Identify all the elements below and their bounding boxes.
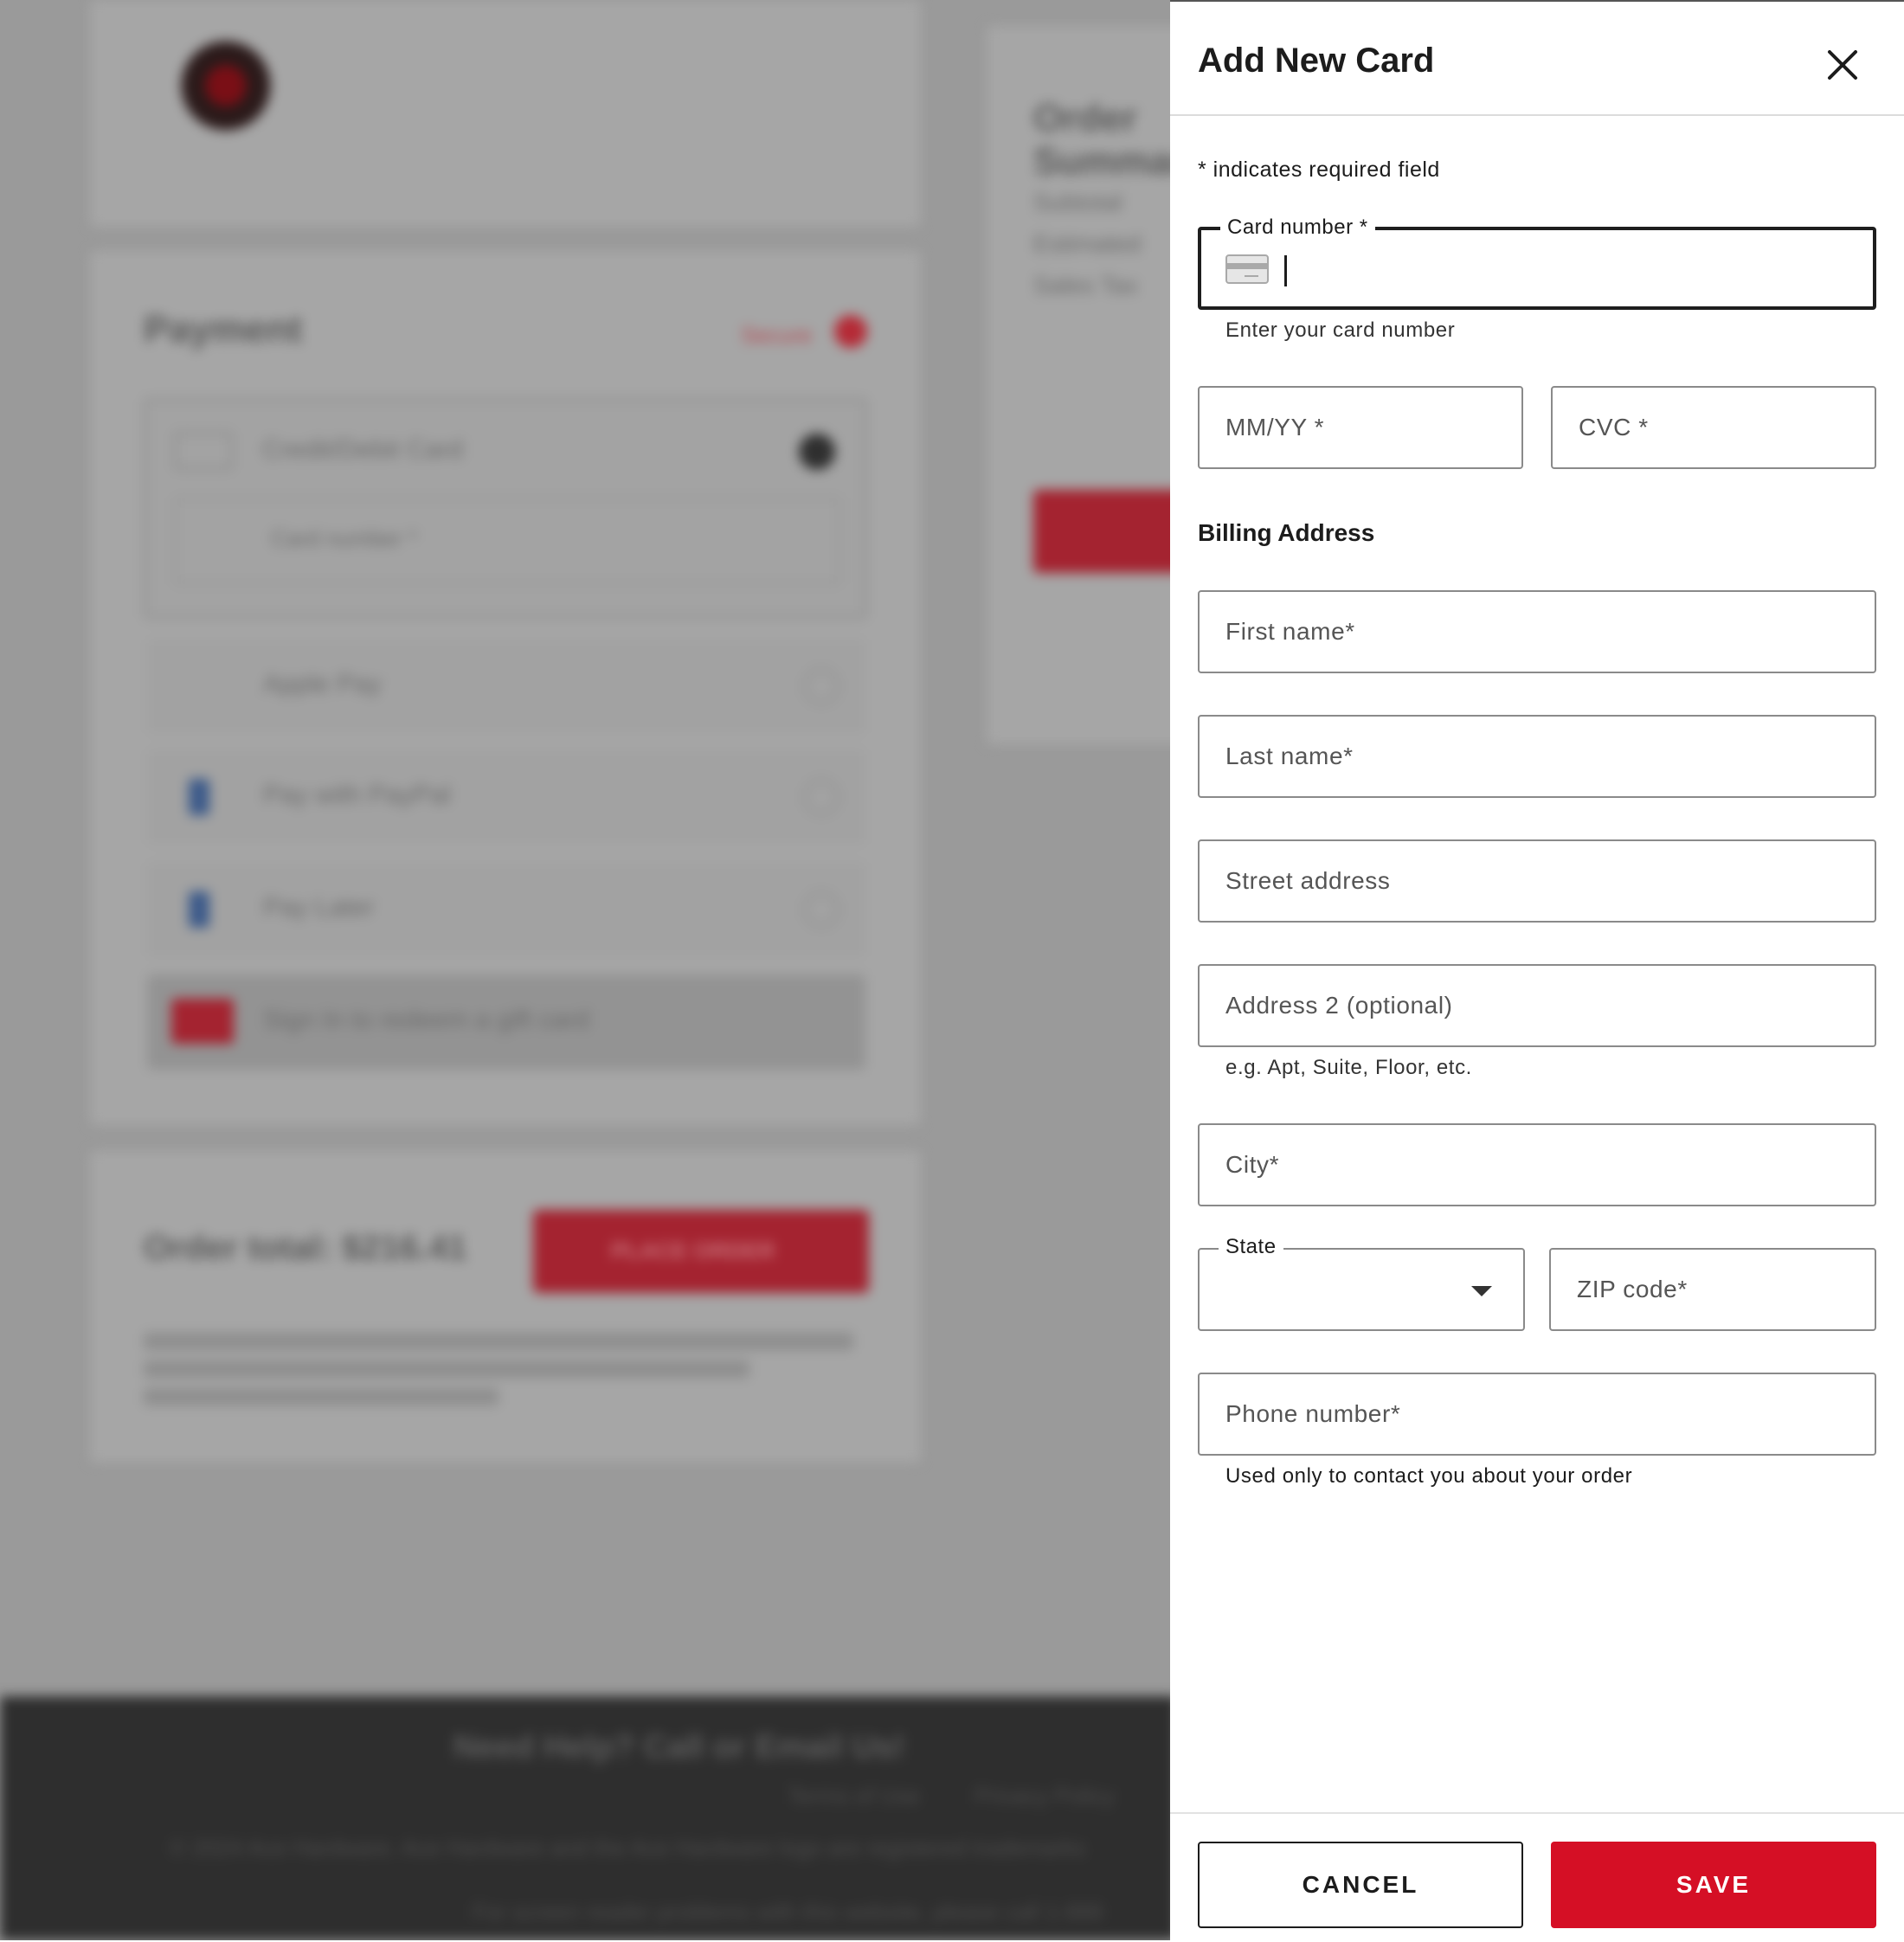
city-input[interactable] bbox=[1200, 1125, 1875, 1205]
drawer-title: Add New Card bbox=[1198, 42, 1435, 80]
bg-place-order-button: PLACE ORDER bbox=[533, 1210, 869, 1293]
bg-footer-screen-reader: For screen reader problems with this web… bbox=[473, 1899, 1103, 1925]
card-number-field[interactable]: Card number * bbox=[1198, 215, 1876, 310]
cancel-button[interactable]: CANCEL bbox=[1198, 1842, 1523, 1928]
bg-header-card bbox=[90, 0, 921, 227]
bg-sales-tax-label: Sales Tax bbox=[1033, 272, 1138, 299]
phone-number-helper: Used only to contact you about your orde… bbox=[1225, 1464, 1633, 1488]
close-icon bbox=[1828, 50, 1857, 80]
add-card-drawer: Add New Card * indicates required field … bbox=[1170, 0, 1904, 1940]
expiry-field[interactable] bbox=[1198, 386, 1523, 469]
bg-footer-copyright: © 2024 Ace Hardware. Ace Hardware and th… bbox=[170, 1835, 1086, 1861]
card-number-input[interactable] bbox=[1201, 230, 1873, 306]
bg-apple-pay-label: Apple Pay bbox=[263, 670, 382, 698]
last-name-field[interactable] bbox=[1198, 715, 1876, 798]
store-logo bbox=[170, 39, 282, 143]
bg-card-placeholder: Card number * bbox=[271, 525, 418, 551]
card-number-helper: Enter your card number bbox=[1225, 318, 1456, 342]
bg-summary-red-button bbox=[1033, 490, 1189, 573]
bg-pay-later-label: Pay Later bbox=[263, 893, 375, 922]
first-name-field[interactable] bbox=[1198, 590, 1876, 673]
first-name-input[interactable] bbox=[1200, 592, 1875, 672]
bg-pay-later-radio bbox=[803, 891, 839, 928]
bg-secure-label: Secure bbox=[741, 322, 813, 348]
address-2-helper: e.g. Apt, Suite, Floor, etc. bbox=[1225, 1056, 1472, 1079]
paypal-later-icon bbox=[189, 891, 209, 928]
bg-paypal-radio bbox=[803, 779, 839, 815]
bg-gift-card-text: Sign In to redeem a gift card bbox=[263, 1006, 589, 1034]
bg-order-total-card bbox=[90, 1151, 921, 1463]
bg-apple-pay-option: Apple Pay bbox=[147, 639, 865, 734]
lock-icon bbox=[834, 315, 867, 348]
street-address-input[interactable] bbox=[1200, 841, 1875, 921]
cvc-field[interactable] bbox=[1551, 386, 1876, 469]
street-address-field[interactable] bbox=[1198, 839, 1876, 923]
bg-legal-line-3 bbox=[144, 1388, 499, 1405]
bg-place-order-label: PLACE ORDER bbox=[611, 1238, 775, 1264]
zip-code-field[interactable] bbox=[1549, 1248, 1876, 1331]
expiry-input[interactable] bbox=[1200, 388, 1521, 467]
bg-card-field: Card number * bbox=[174, 498, 840, 584]
bg-credit-radio bbox=[799, 434, 835, 470]
bg-footer-privacy: Privacy Policy bbox=[975, 1783, 1115, 1809]
bg-footer-help: Need Help? Call or Email Us! bbox=[453, 1729, 905, 1765]
save-button[interactable]: SAVE bbox=[1551, 1842, 1876, 1928]
bg-payment-title: Payment bbox=[144, 308, 303, 350]
gift-card-icon bbox=[171, 999, 234, 1044]
zip-code-input[interactable] bbox=[1551, 1250, 1875, 1329]
close-button[interactable] bbox=[1823, 45, 1862, 85]
address-2-field[interactable] bbox=[1198, 964, 1876, 1047]
blurred-checkout-page: Payment Secure Credit/Debit Card Card nu… bbox=[0, 0, 1207, 1940]
last-name-input[interactable] bbox=[1200, 717, 1875, 796]
city-field[interactable] bbox=[1198, 1123, 1876, 1206]
bg-legal-line-1 bbox=[144, 1333, 853, 1350]
bg-order-total: Order total: $216.41 bbox=[144, 1229, 467, 1267]
bg-apple-pay-radio bbox=[803, 668, 839, 704]
state-select[interactable] bbox=[1200, 1250, 1523, 1329]
bg-footer: Need Help? Call or Email Us! Terms of Us… bbox=[0, 1696, 1177, 1940]
bg-credit-label: Credit/Debit Card bbox=[262, 435, 463, 464]
bg-credit-option: Credit/Debit Card Card number * bbox=[144, 398, 867, 619]
state-select-field[interactable]: State bbox=[1198, 1234, 1525, 1331]
drawer-header: Add New Card bbox=[1170, 2, 1904, 116]
bg-subtotal-label: Subtotal bbox=[1033, 189, 1122, 215]
required-field-note: * indicates required field bbox=[1198, 158, 1440, 182]
bg-footer-terms: Terms of Use bbox=[788, 1783, 921, 1809]
phone-number-input[interactable] bbox=[1200, 1374, 1875, 1454]
address-2-input[interactable] bbox=[1200, 966, 1875, 1045]
bg-pay-later-option: Pay Later bbox=[147, 862, 865, 957]
drawer-footer: CANCEL SAVE bbox=[1170, 1812, 1904, 1942]
bg-card-icon bbox=[174, 432, 233, 470]
paypal-icon bbox=[189, 779, 209, 815]
cvc-input[interactable] bbox=[1553, 388, 1875, 467]
bg-gift-card-row: Sign In to redeem a gift card bbox=[147, 974, 865, 1070]
bg-paypal-option: Pay with PayPal bbox=[147, 749, 865, 845]
bg-paypal-label: Pay with PayPal bbox=[263, 781, 451, 809]
bg-estimated-label: Estimated bbox=[1033, 230, 1142, 257]
phone-number-field[interactable] bbox=[1198, 1373, 1876, 1456]
bg-legal-line-2 bbox=[144, 1360, 749, 1378]
billing-address-heading: Billing Address bbox=[1198, 519, 1375, 546]
